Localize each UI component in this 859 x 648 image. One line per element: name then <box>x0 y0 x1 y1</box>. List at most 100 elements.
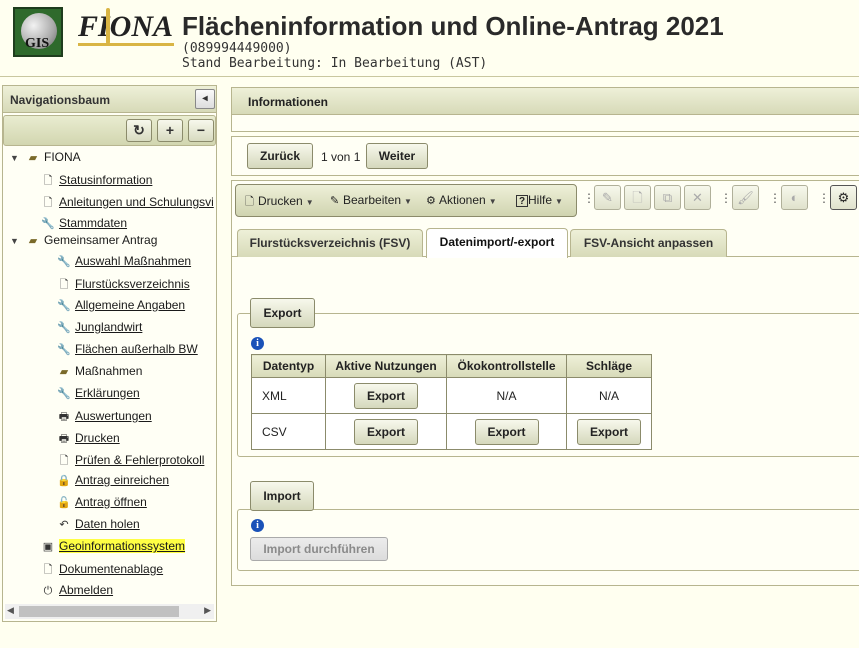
nav-item-massnahmen[interactable]: ▰ Maßnahmen <box>57 364 143 382</box>
aktive-nutzungen-cell: Export <box>325 413 447 450</box>
nav-item-junglandwirt[interactable]: 🔧 Junglandwirt <box>57 320 142 338</box>
nav-item-pruefen-fehlerprotokoll[interactable]: 🗋 Prüfen & Fehlerprotokoll <box>57 452 205 470</box>
nav-item-label: Stammdaten <box>59 216 128 230</box>
tab-fsv-ansicht[interactable]: FSV-Ansicht anpassen <box>570 229 727 257</box>
nav-item-dokumentenablage[interactable]: 🗋 Dokumentenablage <box>41 561 164 579</box>
aktive-nutzungen-cell: Export <box>325 377 447 414</box>
print-menu-label: Drucken <box>258 194 303 208</box>
page-icon: 🗋 <box>245 196 254 208</box>
nav-item-daten-holen[interactable]: ↶ Daten holen <box>57 517 140 535</box>
export-csv-schlaege-button[interactable]: Export <box>577 418 641 445</box>
nav-item-gemeinsamer-antrag[interactable]: ▰ Gemeinsamer Antrag <box>26 233 158 251</box>
info-icon[interactable]: i <box>251 337 264 350</box>
actions-button[interactable]: ⚙ <box>830 185 857 210</box>
image-icon: ▣ <box>42 541 54 553</box>
nav-item-erklaerungen[interactable]: 🔧 Erklärungen <box>57 386 140 404</box>
folder-open-icon: ▰ <box>59 366 69 378</box>
column-header: Ökokontrollstelle <box>446 354 567 378</box>
toolbar-separator: ⋮ <box>818 191 830 205</box>
undo-icon: ↶ <box>59 519 69 531</box>
export-xml-aktive-button[interactable]: Export <box>354 382 418 409</box>
tree-horizontal-scrollbar[interactable]: ◀ ▶ <box>5 604 214 619</box>
dropdown-arrow-icon: ▼ <box>404 197 412 206</box>
collapse-panel-button[interactable]: ◂ <box>195 89 215 109</box>
refresh-tree-button[interactable]: ↻ <box>126 119 152 142</box>
power-icon: ⏻ <box>43 585 53 597</box>
tree-expander-icon[interactable]: ▼ <box>10 236 19 246</box>
nav-item-drucken[interactable]: 🖶 Drucken <box>57 430 120 448</box>
wrench-icon: 🔧 <box>41 218 55 230</box>
delete-button[interactable]: ✕ <box>684 185 711 210</box>
nav-item-label: Antrag einreichen <box>75 473 170 487</box>
wrench-icon: 🔧 <box>57 300 71 312</box>
navigation-panel: Navigationsbaum ◂ ↻ + − ▼ ▰ FIONA 🗋 Statusin… <box>2 85 217 622</box>
scrollbar-thumb[interactable] <box>19 606 179 617</box>
wrench-icon: 🔧 <box>57 388 71 400</box>
gis-logo: GIS <box>13 7 63 57</box>
edit-button[interactable]: ✎ <box>594 185 621 210</box>
nav-item-abmelden[interactable]: ⏻ Abmelden <box>41 583 113 601</box>
nav-item-antrag-einreichen[interactable]: 🔒 Antrag einreichen <box>57 473 169 491</box>
print-menu[interactable]: 🗋 Drucken ▼ <box>245 193 314 212</box>
actions-menu-label: Aktionen <box>439 193 486 207</box>
copy-button[interactable]: ⧉ <box>654 185 681 210</box>
help-menu[interactable]: ? Hilfe ▼ <box>516 193 563 207</box>
folder-open-icon: ▰ <box>28 235 38 247</box>
nav-item-geoinformationssystem[interactable]: ▣ Geoinformationssystem <box>41 539 186 557</box>
expand-all-button[interactable]: + <box>157 119 183 142</box>
application-id: (089994449000) <box>182 41 292 56</box>
nav-item-fiona[interactable]: ▰ FIONA <box>26 150 81 168</box>
new-button[interactable]: 🗋 <box>624 185 651 210</box>
nav-item-statusinformation[interactable]: 🗋 Statusinformation <box>41 172 153 190</box>
page-icon: 🗋 <box>59 455 69 467</box>
edit-menu[interactable]: ✎ Bearbeiten ▼ <box>330 193 412 207</box>
tab-datenimport-export[interactable]: Datenimport/-export <box>426 228 568 258</box>
wrench-icon: 🔧 <box>57 322 71 334</box>
page-title: Flächeninformation und Online-Antrag 202… <box>182 11 724 41</box>
tree-expander-icon[interactable]: ▼ <box>10 153 19 163</box>
collapse-all-button[interactable]: − <box>188 119 214 142</box>
nav-item-flaechen-ausserhalb-bw[interactable]: 🔧 Flächen außerhalb BW <box>57 342 198 360</box>
page-icon: 🗋 <box>632 190 643 205</box>
nav-item-label: Daten holen <box>75 517 140 531</box>
page-icon: 🗋 <box>43 197 53 209</box>
nav-item-anleitungen[interactable]: 🗋 Anleitungen und Schulungsvi <box>41 194 214 212</box>
nav-item-flurstuecksverzeichnis[interactable]: 🗋 Flurstücksverzeichnis <box>57 276 190 294</box>
dropdown-arrow-icon: ▼ <box>488 197 497 206</box>
tab-flurstuecksverzeichnis[interactable]: Flurstücksverzeichnis (FSV) <box>237 229 423 257</box>
fiona-logo: FIONA <box>78 8 176 46</box>
pager-bar: Zurück 1 von 1 Weiter <box>231 136 859 176</box>
nav-item-auswertungen[interactable]: 🖶 Auswertungen <box>57 408 152 426</box>
table-row: XML Export N/A N/A <box>251 377 652 414</box>
nav-item-allgemeine-angaben[interactable]: 🔧 Allgemeine Angaben <box>57 298 185 316</box>
help-icon: ? <box>516 195 528 207</box>
globe-icon: ◐ <box>790 190 799 205</box>
nav-item-antrag-oeffnen[interactable]: 🔓 Antrag öffnen <box>57 495 147 513</box>
nav-item-label: Antrag öffnen <box>75 495 147 509</box>
import-button[interactable]: Import durchführen <box>250 537 388 561</box>
nav-item-label: Dokumentenablage <box>59 562 164 576</box>
action-toolbar: 🗋 Drucken ▼ ✎ Bearbeiten ▼ ⚙ Aktionen ▼ ? Hilfe… <box>235 184 577 217</box>
export-csv-oeko-button[interactable]: Export <box>474 418 539 445</box>
nav-item-label: Junglandwirt <box>75 320 143 334</box>
printer-icon: 🖶 <box>58 433 70 445</box>
export-csv-aktive-button[interactable]: Export <box>354 418 418 445</box>
nav-item-stammdaten[interactable]: 🔧 Stammdaten <box>41 216 127 234</box>
actions-menu[interactable]: ⚙ Aktionen ▼ <box>426 193 497 207</box>
page-icon: 🗋 <box>59 279 69 291</box>
brush-button[interactable]: 🖌 <box>732 185 759 210</box>
wrench-icon: 🔧 <box>57 256 71 268</box>
scroll-right-icon[interactable]: ▶ <box>204 605 211 616</box>
edit-menu-label: Bearbeiten <box>343 193 402 207</box>
wrench-icon: 🔧 <box>57 344 71 356</box>
next-button[interactable]: Weiter <box>366 143 428 169</box>
info-icon[interactable]: i <box>251 519 264 532</box>
globe-button[interactable]: ◐ <box>781 185 808 210</box>
nav-item-auswahl-massnahmen[interactable]: 🔧 Auswahl Maßnahmen <box>57 254 191 272</box>
table-row: CSV Export Export Export <box>251 413 652 450</box>
page-icon: 🗋 <box>43 564 53 576</box>
back-button[interactable]: Zurück <box>247 143 313 169</box>
scroll-left-icon[interactable]: ◀ <box>7 605 14 616</box>
wheat-icon <box>106 8 110 44</box>
information-title: Informationen <box>232 88 859 115</box>
